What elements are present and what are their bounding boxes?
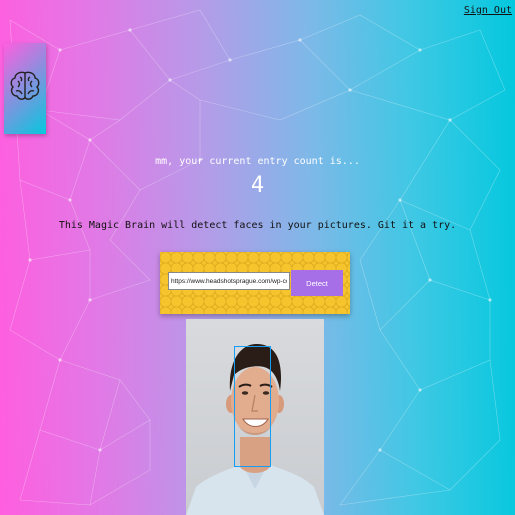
entry-count-greeting: mm, your current entry count is...	[155, 156, 360, 167]
entry-count-value: 4	[250, 173, 265, 198]
sign-out-link[interactable]: Sign Out	[464, 5, 512, 16]
result-image	[186, 319, 324, 515]
detect-button[interactable]: Detect	[291, 270, 343, 296]
logo	[4, 43, 46, 134]
intro-text: This Magic Brain will detect faces in yo…	[58, 220, 457, 231]
face-bounding-box	[234, 346, 271, 467]
image-url-form: Detect	[160, 252, 350, 314]
brain-icon	[10, 71, 40, 100]
image-url-input[interactable]	[168, 272, 290, 290]
